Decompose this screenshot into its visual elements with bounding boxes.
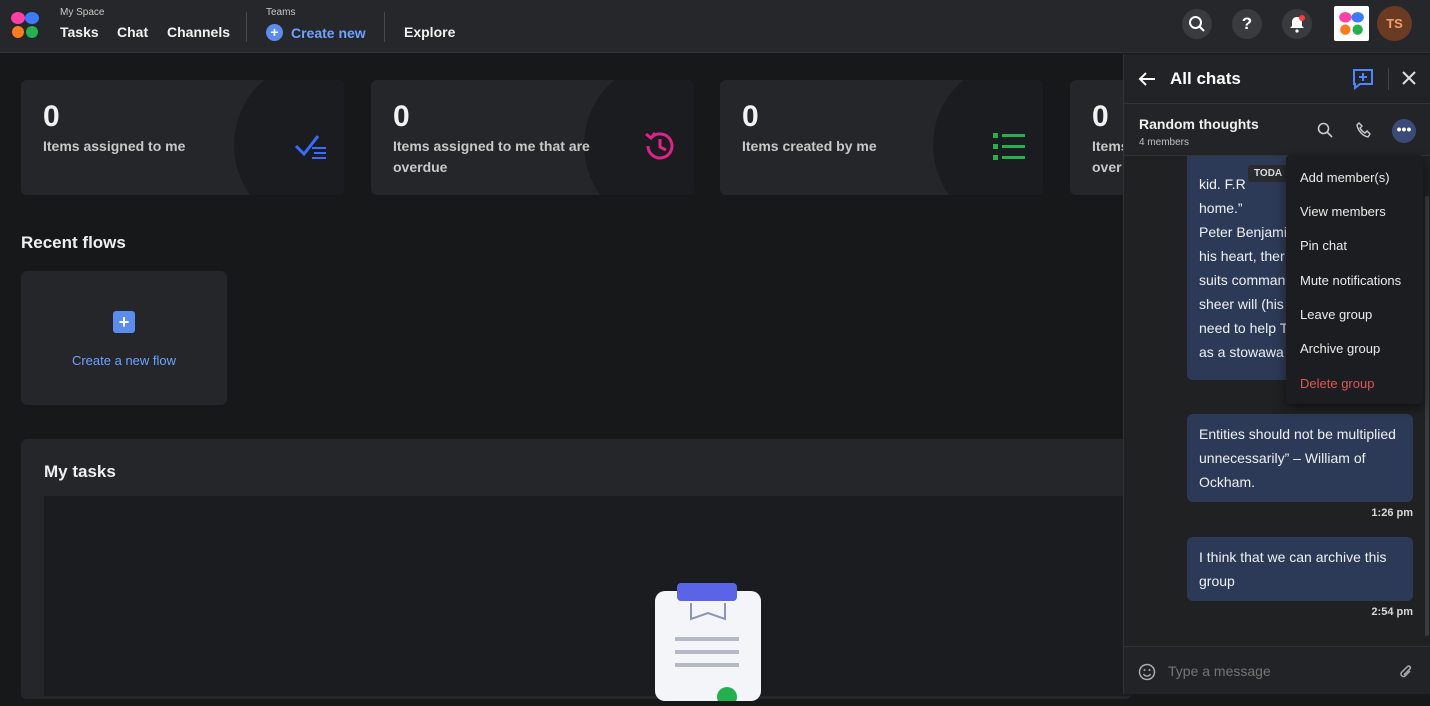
create-new-button[interactable]: + Create new — [266, 24, 366, 41]
card-label: Items assigned to me that are overdue — [393, 138, 590, 175]
attachment-icon[interactable] — [1398, 663, 1414, 681]
phone-icon[interactable] — [1356, 122, 1372, 138]
back-arrow-icon[interactable] — [1138, 70, 1156, 88]
app-logo-icon — [1339, 12, 1364, 35]
menu-mute-notifications[interactable]: Mute notifications — [1300, 273, 1401, 288]
date-separator-tag: TODA — [1248, 165, 1289, 182]
create-flow-card[interactable]: + Create a new flow — [21, 271, 227, 405]
message-input[interactable] — [1168, 659, 1388, 683]
menu-delete-group[interactable]: Delete group — [1300, 376, 1374, 391]
clipboard-icon — [675, 603, 739, 706]
card-count: 0 — [1092, 100, 1109, 133]
summary-card-overdue[interactable]: 0 Items assigned to me that are overdue — [371, 80, 694, 195]
bell-icon — [1290, 15, 1305, 33]
create-new-label: Create new — [291, 24, 366, 41]
user-avatar[interactable]: TS — [1377, 6, 1412, 41]
apps-tile[interactable] — [1334, 6, 1369, 41]
more-options-icon[interactable]: ••• — [1392, 119, 1416, 143]
help-icon: ? — [1241, 14, 1253, 33]
search-button[interactable] — [1182, 9, 1212, 39]
message-bubble: Entities should not be multiplied unnece… — [1187, 414, 1413, 502]
menu-pin-chat[interactable]: Pin chat — [1300, 238, 1347, 253]
group-name[interactable]: Random thoughts — [1139, 116, 1259, 132]
group-options-menu: Add member(s) View members Pin chat Mute… — [1286, 155, 1423, 404]
emoji-icon[interactable] — [1138, 663, 1156, 681]
nav-chat[interactable]: Chat — [117, 24, 148, 40]
summary-card-created[interactable]: 0 Items created by me — [720, 80, 1043, 195]
nav-tasks[interactable]: Tasks — [60, 24, 99, 40]
nav-divider — [246, 12, 247, 42]
summary-card-assigned[interactable]: 0 Items assigned to me — [21, 80, 344, 195]
notifications-button[interactable] — [1282, 9, 1312, 39]
clipboard-clip — [677, 583, 737, 601]
card-count: 0 — [43, 100, 60, 133]
card-count: 0 — [742, 100, 759, 133]
header-divider — [1388, 68, 1389, 90]
new-chat-icon[interactable] — [1352, 68, 1374, 90]
message-bubble: I think that we can archive this group — [1187, 537, 1413, 601]
add-icon: + — [113, 311, 135, 333]
chat-header-title: All chats — [1170, 69, 1241, 88]
history-clock-icon — [645, 132, 674, 160]
search-icon[interactable] — [1317, 122, 1333, 138]
empty-clipboard-illustration — [655, 591, 761, 706]
checklist-icon — [294, 135, 326, 159]
my-tasks-title: My tasks — [44, 462, 116, 481]
myspace-label: My Space — [60, 7, 105, 18]
message-time: 2:54 pm — [1371, 606, 1413, 618]
menu-archive-group[interactable]: Archive group — [1300, 341, 1380, 356]
chat-scrollbar[interactable] — [1425, 196, 1429, 636]
search-icon — [1189, 16, 1205, 32]
nav-channels[interactable]: Channels — [167, 24, 230, 40]
app-logo-icon[interactable] — [8, 8, 42, 42]
list-icon — [993, 133, 1025, 160]
group-member-count: 4 members — [1139, 137, 1190, 148]
menu-view-members[interactable]: View members — [1300, 204, 1386, 219]
nav-divider — [384, 12, 385, 42]
card-label-line: over — [1092, 159, 1122, 175]
top-navigation-bar: My Space Tasks Chat Channels Teams + Cre… — [0, 0, 1430, 53]
chat-header: All chats — [1124, 54, 1430, 104]
tasks-empty-area — [44, 496, 1134, 696]
nav-explore[interactable]: Explore — [404, 24, 455, 40]
plus-icon: + — [266, 24, 283, 41]
menu-leave-group[interactable]: Leave group — [1300, 307, 1372, 322]
card-count: 0 — [393, 100, 410, 133]
card-label: Items created by me — [742, 138, 877, 154]
chat-group-header: Random thoughts 4 members ••• — [1124, 104, 1430, 156]
recent-flows-title: Recent flows — [21, 233, 126, 252]
teams-label: Teams — [266, 7, 296, 18]
help-button[interactable]: ? — [1232, 9, 1262, 39]
message-composer — [1124, 646, 1430, 694]
message-time: 1:26 pm — [1371, 507, 1413, 519]
create-flow-label: Create a new flow — [71, 353, 177, 368]
menu-add-members[interactable]: Add member(s) — [1300, 170, 1390, 185]
close-icon[interactable] — [1402, 71, 1416, 85]
card-label: Items assigned to me — [43, 138, 186, 154]
